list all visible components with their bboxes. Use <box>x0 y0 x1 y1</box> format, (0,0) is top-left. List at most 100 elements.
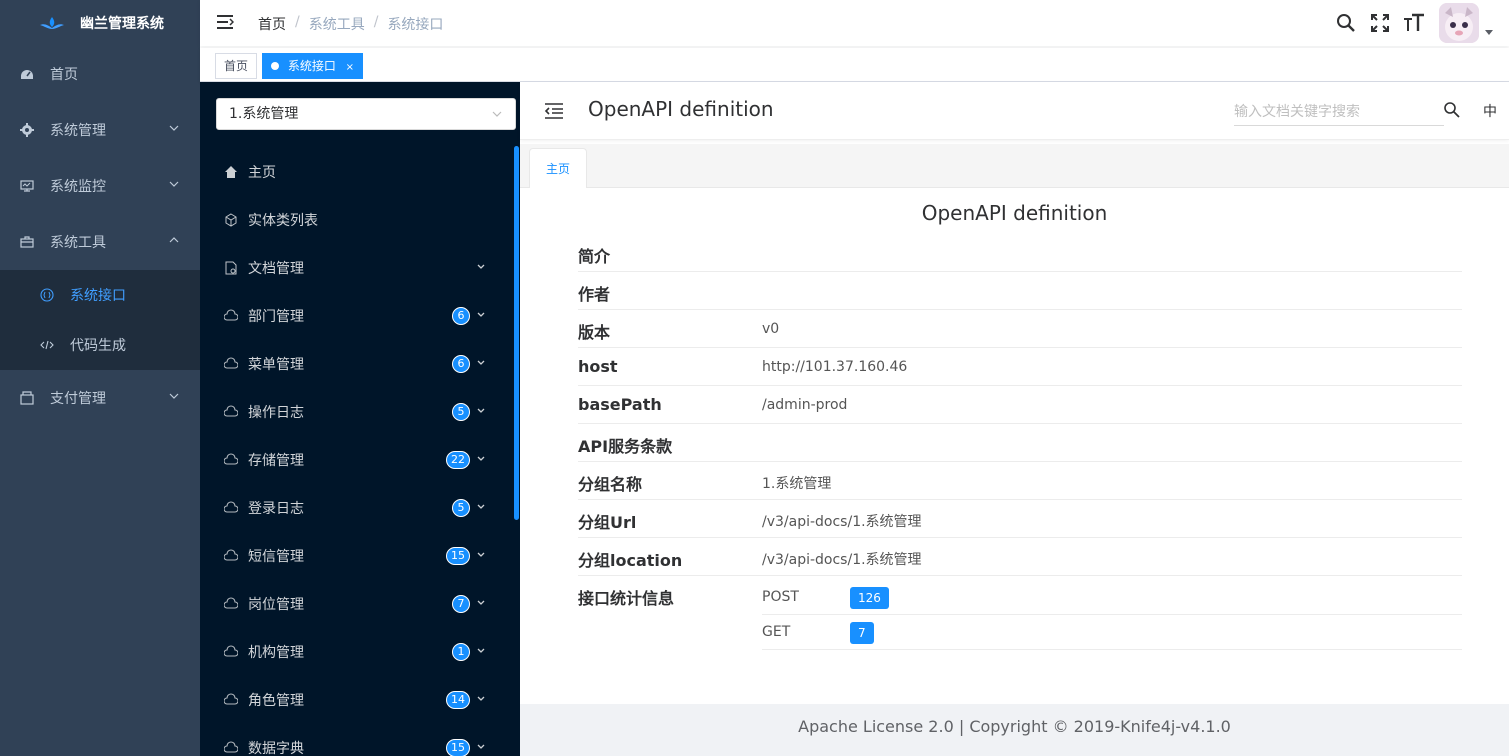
tag-label: 首页 <box>224 59 249 73</box>
logo[interactable]: 幽兰管理系统 <box>0 0 200 46</box>
doc-menu-item[interactable]: 数据字典 15 <box>200 724 510 756</box>
sidebar-item-system-api[interactable]: 系统接口 <box>0 270 200 320</box>
cloud-icon <box>224 693 238 707</box>
chevron-down-icon <box>477 504 485 509</box>
info-value: /v3/api-docs/1.系统管理 <box>762 552 922 568</box>
doc-menu-item[interactable]: 机构管理 1 <box>200 628 510 676</box>
entity-icon <box>224 213 238 227</box>
count-badge: 22 <box>446 451 470 469</box>
caret-down-icon[interactable] <box>1485 29 1493 35</box>
footer: Apache License 2.0 | Copyright © 2019-Kn… <box>520 704 1509 756</box>
doc-menu-item[interactable]: 文档管理 <box>200 244 510 292</box>
tag-home[interactable]: 首页 <box>215 53 258 79</box>
tab-home[interactable]: 主页 <box>529 148 587 189</box>
sidebar-item-label: 支付管理 <box>50 391 106 407</box>
sidebar-item-payment-management[interactable]: 支付管理 <box>0 370 200 426</box>
doc-title: OpenAPI definition <box>921 201 1108 225</box>
doc-menu-item-label: 主页 <box>248 165 276 181</box>
avatar-image <box>1439 3 1479 43</box>
count-badge: 14 <box>446 691 470 709</box>
count-badge: 6 <box>452 355 470 373</box>
sidebar-item-label: 系统监控 <box>50 179 106 195</box>
doc-menu-item[interactable]: 存储管理 22 <box>200 436 510 484</box>
chevron-down-icon <box>477 456 485 461</box>
cloud-icon <box>224 741 238 755</box>
doc-menu-item-label: 部门管理 <box>248 309 304 325</box>
doc-info-table: 简介 作者 版本 v0 host http://101.37.160.46 basePath… <box>578 234 1462 652</box>
doc-menu-item[interactable]: 短信管理 15 <box>200 532 510 580</box>
tag-system-api[interactable]: 系统接口 × <box>262 53 364 79</box>
hamburger-icon[interactable] <box>216 13 234 31</box>
info-key: 作者 <box>578 285 611 304</box>
doc-menu-item[interactable]: 登录日志 5 <box>200 484 510 532</box>
doc-icon <box>224 261 238 275</box>
doc-menu-item[interactable]: 角色管理 14 <box>200 676 510 724</box>
sidebar-item-home[interactable]: 首页 <box>0 46 200 102</box>
info-row: 分组Url/v3/api-docs/1.系统管理 <box>578 500 1462 538</box>
breadcrumb: 首页 / 系统工具 / 系统接口 <box>258 14 443 34</box>
doc-menu-item[interactable]: 岗位管理 7 <box>200 580 510 628</box>
doc-menu-item[interactable]: 实体类列表 <box>200 196 510 244</box>
sidebar-item-label: 系统管理 <box>50 123 106 139</box>
doc-menu-item[interactable]: 主页 <box>200 148 510 196</box>
avatar[interactable] <box>1439 3 1479 43</box>
doc-search-input[interactable] <box>1234 98 1444 126</box>
count-badge: 1 <box>452 643 470 661</box>
search-button[interactable] <box>1335 12 1357 34</box>
info-key: 分组location <box>578 551 683 570</box>
chevron-down-icon <box>169 181 179 187</box>
cloud-icon <box>224 645 238 659</box>
doc-body: OpenAPI definition 简介 作者 版本 v0 host http://10… <box>520 188 1509 704</box>
info-row: 分组名称 1.系统管理 <box>578 462 1462 500</box>
doc-header: OpenAPI definition 中 <box>520 82 1509 140</box>
cloud-icon <box>224 357 238 371</box>
font-size-icon <box>1404 13 1424 31</box>
sidebar-item-system-tools[interactable]: 系统工具 <box>0 214 200 270</box>
doc-menu-item[interactable]: 操作日志 5 <box>200 388 510 436</box>
cloud-icon <box>224 405 238 419</box>
cloud-icon <box>224 453 238 467</box>
search-icon[interactable] <box>1443 101 1461 119</box>
chevron-down-icon <box>477 360 485 365</box>
doc-menu-item-label: 短信管理 <box>248 549 304 565</box>
fullscreen-button[interactable] <box>1369 12 1391 34</box>
doc-menu-item-label: 实体类列表 <box>248 213 318 229</box>
sidebar-item-system-monitor[interactable]: 系统监控 <box>0 158 200 214</box>
count-badge: 5 <box>452 499 470 517</box>
dashboard-icon <box>20 67 34 81</box>
chevron-down-icon <box>169 125 179 131</box>
doc-menu-item[interactable]: 部门管理 6 <box>200 292 510 340</box>
language-switch[interactable]: 中 <box>1483 101 1497 121</box>
doc-header-title: OpenAPI definition <box>588 97 774 121</box>
info-value: v0 <box>762 321 780 337</box>
doc-menu-item-label: 登录日志 <box>248 501 304 517</box>
close-icon[interactable]: × <box>346 62 354 73</box>
monitor-icon <box>20 179 34 193</box>
info-value: /admin-prod <box>762 397 848 413</box>
sidebar-item-code-generation[interactable]: 代码生成 <box>0 320 200 370</box>
breadcrumb-item-home[interactable]: 首页 <box>258 14 286 34</box>
chevron-down-icon <box>477 696 485 701</box>
info-key: 分组Url <box>578 513 637 532</box>
sidebar-item-label: 代码生成 <box>70 338 126 354</box>
code-icon <box>40 338 54 352</box>
doc-tabbar: 主页 <box>520 144 1509 189</box>
font-size-button[interactable] <box>1403 12 1425 34</box>
menu-fold-icon[interactable] <box>544 101 564 121</box>
doc-menu-item[interactable]: 菜单管理 6 <box>200 340 510 388</box>
cloud-icon <box>224 549 238 563</box>
sidebar-item-system-management[interactable]: 系统管理 <box>0 102 200 158</box>
doc-menu-scrollbar[interactable] <box>514 146 519 520</box>
count-badge: 5 <box>452 403 470 421</box>
gear-icon <box>20 123 34 137</box>
count-badge: 6 <box>452 307 470 325</box>
info-key: 接口统计信息 <box>578 589 675 608</box>
info-value: http://101.37.160.46 <box>762 359 908 375</box>
info-row: 作者 <box>578 272 1462 310</box>
group-select[interactable]: 1.系统管理 <box>216 98 516 130</box>
info-key: API服务条款 <box>578 437 673 456</box>
stat-count-badge: 7 <box>850 622 874 644</box>
cloud-icon <box>224 597 238 611</box>
active-dot-icon <box>271 62 279 70</box>
sidebar-item-label: 系统接口 <box>70 288 126 304</box>
